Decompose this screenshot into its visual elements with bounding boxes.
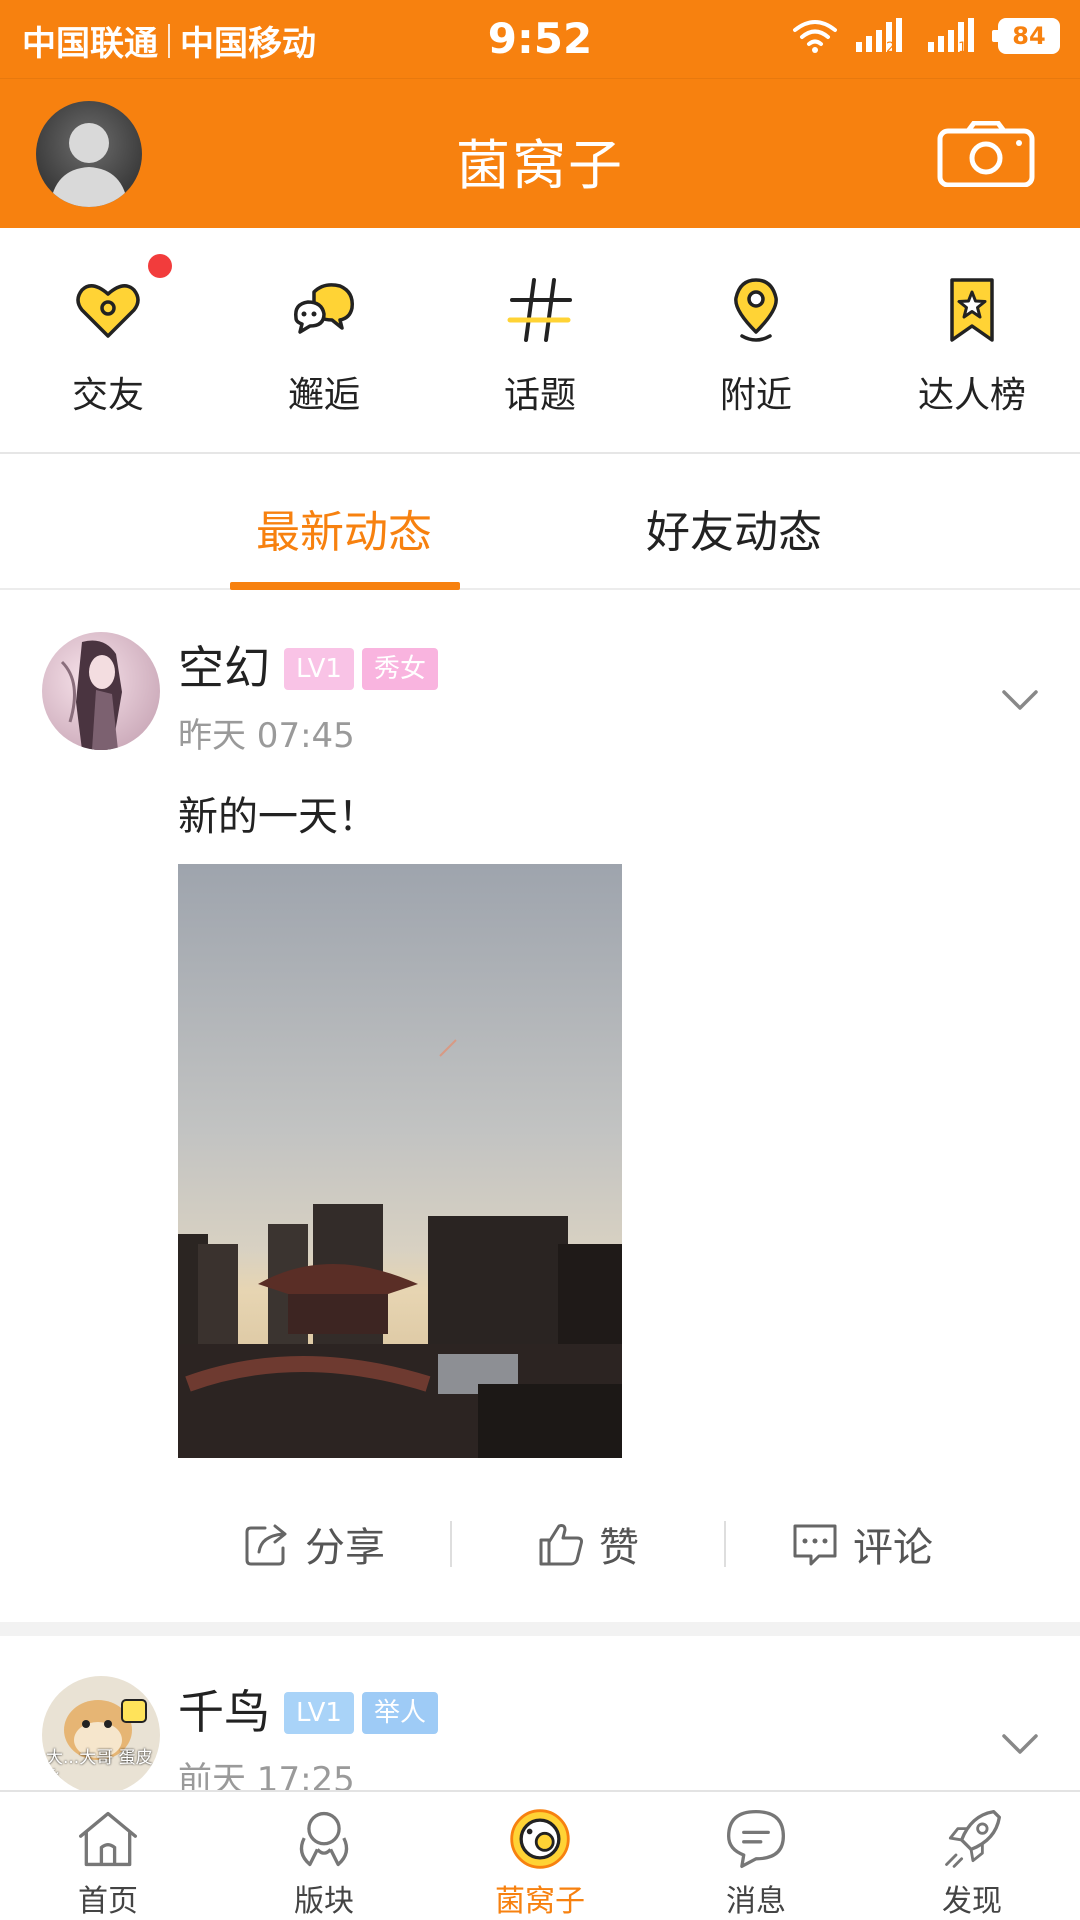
quick-item-nearby[interactable]: 附近 (648, 228, 864, 452)
chevron-down-icon[interactable] (1000, 688, 1040, 712)
camera-icon[interactable] (936, 121, 1036, 187)
quick-item-friends[interactable]: 交友 (0, 228, 216, 452)
nav-label: 消息 (726, 1884, 786, 1919)
title-badge: 举人 (362, 1692, 439, 1734)
post-image[interactable] (178, 864, 622, 1458)
post-text: 新的一天！ (178, 794, 378, 840)
post-avatar[interactable]: 大...大哥 蛋皮么 (42, 1676, 160, 1790)
post-divider (0, 1622, 1080, 1636)
star-bookmark-icon (950, 278, 994, 342)
comment-button[interactable]: 评论 (726, 1515, 998, 1573)
nav-label: 发现 (942, 1884, 1002, 1919)
like-label: 赞 (599, 1525, 639, 1571)
quick-item-topics[interactable]: 话题 (432, 228, 648, 452)
level-badge: LV1 (284, 648, 354, 690)
quick-item-label: 达人榜 (917, 375, 1026, 416)
app-header: 菌窝子 (0, 78, 1080, 228)
notification-dot (148, 254, 172, 278)
tab-latest[interactable]: 最新动态 (256, 496, 432, 560)
comment-label: 评论 (853, 1525, 933, 1571)
nav-messages[interactable]: 消息 (648, 1792, 864, 1920)
nav-home[interactable]: 首页 (0, 1792, 216, 1920)
heart-icon (76, 284, 140, 338)
home-icon (79, 1811, 137, 1867)
quick-item-rankings[interactable]: 达人榜 (864, 228, 1080, 452)
quick-menu: 交友 邂逅 话题 附近 达人榜 (0, 228, 1080, 454)
avatar-caption: 大...大哥 蛋皮么 (46, 1748, 153, 1788)
feed-tabs: 最新动态 好友动态 (0, 456, 1080, 590)
board-icon (299, 1811, 349, 1867)
nav-community[interactable]: 菌窝子 (432, 1792, 648, 1920)
active-tab-indicator (230, 582, 460, 590)
tab-friends[interactable]: 好友动态 (646, 496, 822, 560)
bottom-navigation: 首页 版块 菌窝子 消息 发现 (0, 1790, 1080, 1920)
share-label: 分享 (305, 1525, 385, 1571)
nav-label: 版块 (294, 1884, 354, 1919)
feed-post: 空幻 LV1 秀女 昨天 07:45 新的一天！ 分享 赞 评论 (0, 592, 1080, 1622)
nav-label: 首页 (78, 1884, 138, 1919)
status-icons: 2 1 84 (792, 18, 1060, 54)
quick-item-label: 附近 (719, 375, 792, 416)
user-avatar-image (42, 632, 160, 750)
post-photo (178, 864, 622, 1458)
thumbs-up-icon (539, 1524, 583, 1566)
quick-item-label: 话题 (503, 375, 576, 416)
page-title: 菌窝子 (456, 134, 624, 197)
planet-icon (510, 1809, 570, 1869)
chat-bubbles-icon (294, 283, 354, 334)
nav-label: 菌窝子 (495, 1884, 585, 1919)
battery-indicator: 84 (992, 18, 1060, 54)
like-button[interactable]: 赞 (452, 1515, 724, 1573)
quick-item-label: 交友 (71, 375, 144, 416)
title-badge: 秀女 (362, 648, 439, 690)
feed-post: 大...大哥 蛋皮么 千鸟 LV1 举人 前天 17:25 (0, 1636, 1080, 1790)
quick-item-label: 邂逅 (287, 375, 360, 416)
message-icon (727, 1810, 785, 1868)
post-actions: 分享 赞 评论 (178, 1514, 998, 1574)
nav-discover[interactable]: 发现 (864, 1792, 1080, 1920)
post-username[interactable]: 千鸟 (178, 1676, 270, 1742)
post-time: 昨天 07:45 (178, 716, 355, 756)
quick-item-encounter[interactable]: 邂逅 (216, 228, 432, 452)
location-pin-icon (734, 278, 778, 342)
level-badge: LV1 (284, 1692, 354, 1734)
hashtag-icon (507, 278, 572, 342)
status-bar: 中国联通 中国移动 9:52 2 1 84 (0, 0, 1080, 78)
comment-icon (793, 1524, 837, 1566)
post-avatar[interactable] (42, 632, 160, 750)
svg-text:2: 2 (886, 40, 895, 54)
rocket-icon (945, 1810, 1001, 1868)
post-username[interactable]: 空幻 (178, 632, 270, 698)
post-time: 前天 17:25 (178, 1760, 355, 1790)
signal-icon-2: 1 (928, 18, 974, 54)
wifi-icon (793, 20, 837, 53)
signal-icon: 2 (856, 18, 902, 54)
chevron-down-icon[interactable] (1000, 1732, 1040, 1756)
share-button[interactable]: 分享 (178, 1515, 450, 1573)
svg-text:1: 1 (958, 40, 967, 54)
share-icon (245, 1524, 287, 1566)
nav-boards[interactable]: 版块 (216, 1792, 432, 1920)
